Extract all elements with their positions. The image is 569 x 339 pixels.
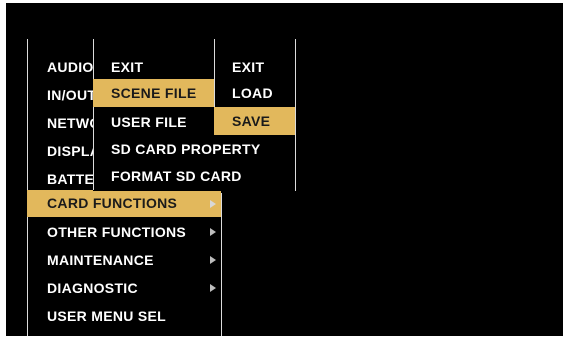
menu-item-user-menu-sel[interactable]: USER MENU SEL: [27, 302, 221, 330]
menu-item-label: DIAGNOSTIC: [47, 280, 138, 296]
menu-item-label: USER FILE: [111, 114, 187, 130]
submenu-item-format-sd-card[interactable]: FORMAT SD CARD: [93, 162, 293, 190]
submenu-item-exit[interactable]: EXIT: [93, 53, 215, 81]
menu-item-label: OTHER FUNCTIONS: [47, 224, 187, 240]
menu-item-label: EXIT: [111, 59, 144, 75]
scene-item-exit[interactable]: EXIT: [214, 53, 295, 81]
triangle-right-icon: [210, 228, 216, 236]
scene-file-right-border: [295, 39, 296, 191]
menu-item-label: SAVE: [232, 113, 271, 129]
menu-item-label: AUDIO: [47, 59, 94, 75]
submenu-item-user-file[interactable]: USER FILE: [93, 108, 215, 136]
submenu-item-sd-card-property[interactable]: SD CARD PROPERTY: [93, 135, 293, 163]
menu-item-other-functions[interactable]: OTHER FUNCTIONS: [27, 218, 221, 246]
menu-item-label: LOAD: [232, 85, 273, 101]
triangle-right-icon: [210, 284, 216, 292]
menu-item-label: SCENE FILE: [111, 85, 197, 101]
scene-item-load[interactable]: LOAD: [214, 79, 295, 107]
menu-item-card-functions[interactable]: CARD FUNCTIONS: [27, 190, 221, 217]
menu-item-diagnostic[interactable]: DIAGNOSTIC: [27, 274, 221, 302]
menu-item-label: IN/OUT: [47, 87, 97, 103]
triangle-right-icon: [210, 200, 216, 208]
menu-item-maintenance[interactable]: MAINTENANCE: [27, 246, 221, 274]
camera-menu-screen: AUDIO IN/OUT NETWORK DISPLAY BATTERY CAR…: [6, 3, 563, 336]
scene-item-save[interactable]: SAVE: [214, 107, 295, 135]
menu-item-label: CARD FUNCTIONS: [47, 195, 178, 211]
menu-item-label: EXIT: [232, 59, 265, 75]
main-menu-right-border: [221, 193, 222, 336]
triangle-right-icon: [210, 256, 216, 264]
menu-item-label: FORMAT SD CARD: [111, 168, 242, 184]
submenu-item-scene-file[interactable]: SCENE FILE: [93, 79, 215, 107]
menu-item-label: MAINTENANCE: [47, 252, 154, 268]
menu-item-label: SD CARD PROPERTY: [111, 141, 261, 157]
menu-item-label: USER MENU SEL: [47, 308, 167, 324]
